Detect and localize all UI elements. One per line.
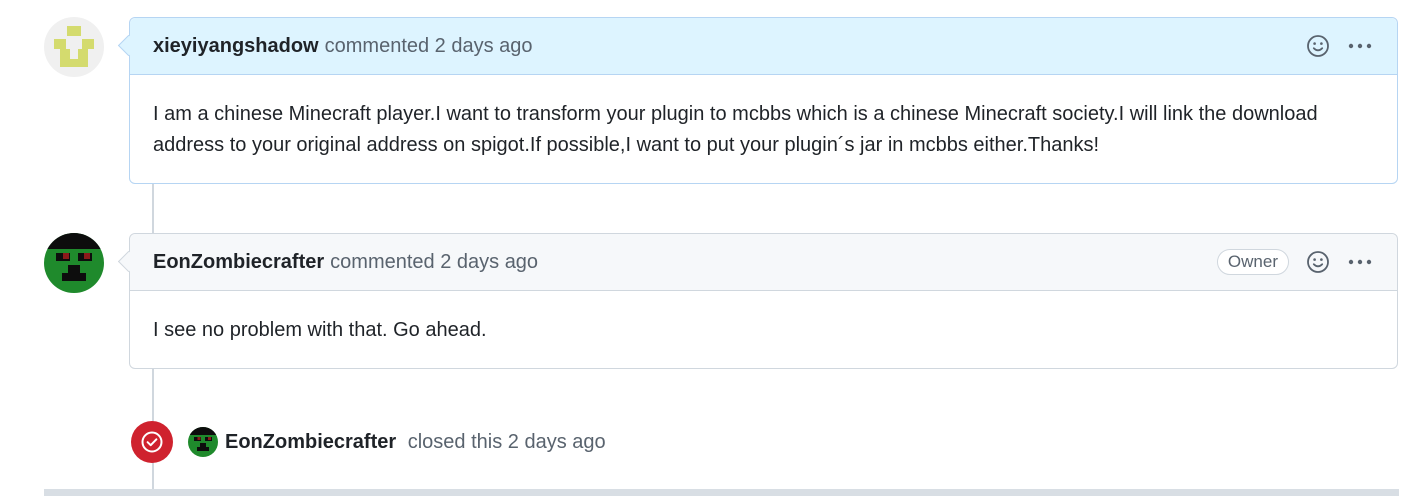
avatar-eonzombiecrafter[interactable] (44, 233, 104, 293)
zombie-avatar (44, 233, 104, 293)
comment-options-button[interactable] (1347, 249, 1373, 275)
event-text: EonZombiecrafter closed this 2 days ago (225, 431, 606, 454)
owner-badge: Owner (1216, 249, 1289, 275)
avatar-xieyiyangshadow[interactable] (44, 17, 104, 77)
issue-timeline: xieyiyangshadow commented 2 days ago I a… (0, 0, 1415, 496)
timeline-divider (44, 489, 1399, 496)
identicon-avatar (44, 17, 104, 77)
zombie-avatar (188, 427, 218, 457)
comment-author[interactable]: EonZombiecrafter (153, 251, 324, 274)
comment-author[interactable]: xieyiyangshadow (153, 35, 319, 58)
event-timestamp[interactable]: closed this 2 days ago (408, 431, 606, 453)
kebab-horizontal-icon (1348, 259, 1372, 265)
kebab-horizontal-icon (1348, 43, 1372, 49)
closed-badge (131, 421, 173, 463)
closed-event: EonZombiecrafter closed this 2 days ago (131, 421, 606, 463)
comment-body: I see no problem with that. Go ahead. (153, 319, 487, 341)
comment-header: xieyiyangshadow commented 2 days ago (130, 18, 1397, 75)
comment-card: xieyiyangshadow commented 2 days ago I a… (117, 17, 1398, 184)
comment-timestamp[interactable]: commented 2 days ago (325, 35, 533, 58)
comment-card: EonZombiecrafter commented 2 days ago Ow… (117, 233, 1398, 369)
smiley-icon (1307, 35, 1329, 57)
event-author[interactable]: EonZombiecrafter (225, 431, 396, 453)
issue-closed-icon (141, 431, 163, 453)
add-reaction-button[interactable] (1305, 33, 1331, 59)
comment-header: EonZombiecrafter commented 2 days ago Ow… (130, 234, 1397, 291)
smiley-icon (1307, 251, 1329, 273)
event-avatar[interactable] (188, 427, 218, 457)
comment-timestamp[interactable]: commented 2 days ago (330, 251, 538, 274)
add-reaction-button[interactable] (1305, 249, 1331, 275)
comment-options-button[interactable] (1347, 33, 1373, 59)
comment-body: I am a chinese Minecraft player.I want t… (153, 103, 1318, 156)
